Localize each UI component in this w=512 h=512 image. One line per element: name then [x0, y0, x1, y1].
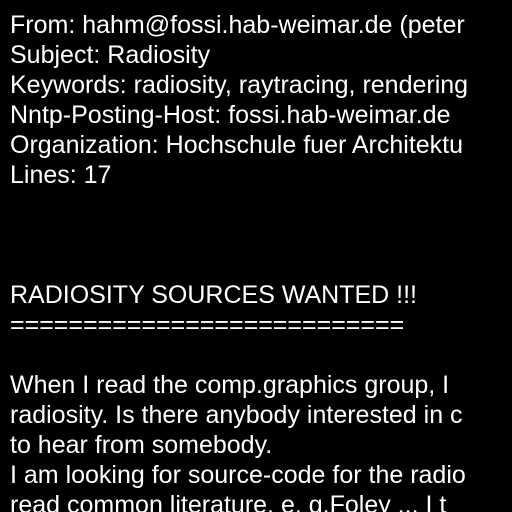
subject-line: Subject: Radiosity [10, 41, 211, 69]
message-body: RADIOSITY SOURCES WANTED !!! ===========… [10, 280, 512, 512]
lines-count-line: Lines: 17 [10, 161, 112, 189]
organization-line: Organization: Hochschule fuer Architektu [10, 131, 464, 159]
from-line: From: hahm@fossi.hab-weimar.de (peter [10, 11, 465, 39]
body-text-line: I am looking for source-code for the rad… [10, 461, 466, 489]
body-heading: RADIOSITY SOURCES WANTED !!! [10, 281, 417, 309]
body-text-line: to hear from somebody. [10, 431, 273, 459]
message-header: From: hahm@fossi.hab-weimar.de (peter Su… [10, 10, 512, 190]
body-text-line: read common literature, e. g.Foley ... I… [10, 491, 447, 512]
nntp-host-line: Nntp-Posting-Host: fossi.hab-weimar.de [10, 101, 451, 129]
body-text-line: radiosity. Is there anybody interested i… [10, 401, 463, 429]
heading-underline: =========================== [10, 311, 405, 339]
body-text-line: When I read the comp.graphics group, I [10, 371, 450, 399]
message-viewer: From: hahm@fossi.hab-weimar.de (peter Su… [10, 10, 512, 512]
keywords-line: Keywords: radiosity, raytracing, renderi… [10, 71, 469, 99]
